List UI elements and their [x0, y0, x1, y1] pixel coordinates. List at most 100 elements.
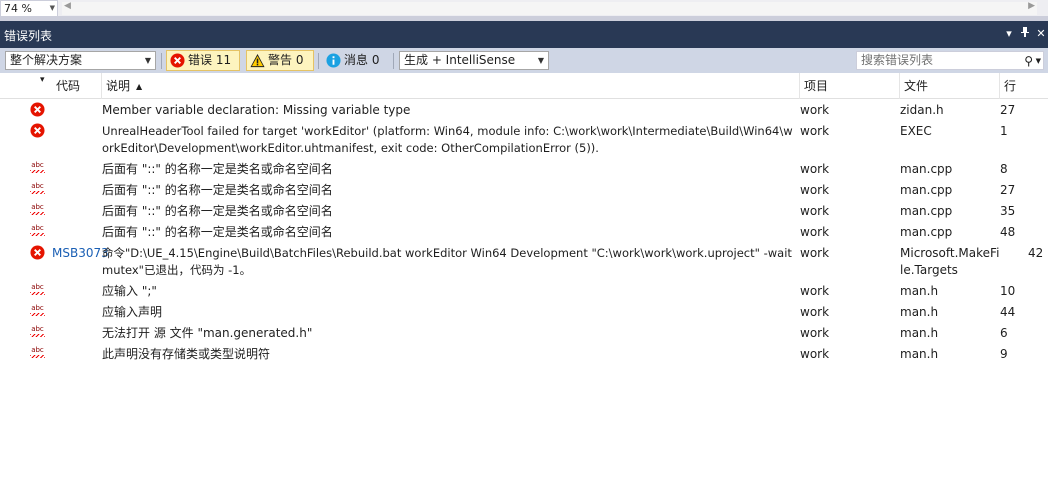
warnings-filter-button[interactable]: 警告 0 — [246, 50, 314, 71]
table-row[interactable]: Member variable declaration: Missing var… — [0, 100, 1048, 121]
row-file: EXEC — [900, 124, 932, 138]
column-header-description[interactable]: 说明 ▲ — [102, 73, 800, 99]
row-file: man.h — [900, 326, 939, 340]
table-row[interactable]: UnrealHeaderTool failed for target 'work… — [0, 121, 1048, 159]
row-description: 应输入 ";" — [102, 284, 157, 298]
scope-dropdown[interactable]: 整个解决方案 ▼ — [5, 51, 156, 70]
column-header-description-label: 说明 — [106, 79, 131, 93]
row-project: work — [800, 204, 830, 218]
error-icon — [30, 245, 45, 260]
column-header-file-label: 文件 — [904, 79, 929, 93]
column-header-project[interactable]: 项目 — [800, 73, 900, 99]
row-line: 10 — [1000, 284, 1016, 298]
row-line: 44 — [1000, 305, 1016, 319]
table-row[interactable]: abc 后面有 "::" 的名称一定是类名或命名空间名 work man.cpp… — [0, 201, 1048, 222]
row-description: 此声明没有存储类或类型说明符 — [102, 347, 271, 361]
chevron-down-icon: ▼ — [49, 4, 55, 12]
table-row[interactable]: abc 后面有 "::" 的名称一定是类名或命名空间名 work man.cpp… — [0, 159, 1048, 180]
errors-filter-button[interactable]: 错误 11 — [166, 50, 240, 71]
zoom-dropdown[interactable]: 74 % ▼ — [0, 0, 58, 17]
row-line: 1 — [1000, 124, 1008, 138]
intellisense-error-icon: abc — [30, 325, 45, 340]
intellisense-error-icon: abc — [30, 182, 45, 197]
row-line: 27 — [1000, 183, 1016, 197]
zoom-value: 74 % — [4, 2, 32, 15]
row-project: work — [800, 246, 830, 260]
table-row[interactable]: MSB3073 命令"D:\UE_4.15\Engine\Build\Batch… — [0, 243, 1048, 281]
errors-filter-label: 错误 11 — [188, 53, 232, 67]
row-line: 48 — [1000, 225, 1016, 239]
messages-filter-button[interactable]: 消息 0 — [322, 50, 384, 71]
row-file: man.h — [900, 347, 939, 361]
column-header-code-label: 代码 — [56, 79, 81, 93]
row-file: man.h — [900, 305, 939, 319]
row-project: work — [800, 103, 830, 117]
chevron-down-icon: ▼ — [537, 56, 544, 65]
scroll-left-icon[interactable]: ◀ — [64, 1, 71, 11]
row-description: 后面有 "::" 的名称一定是类名或命名空间名 — [102, 162, 333, 176]
table-row[interactable]: abc 无法打开 源 文件 "man.generated.h" work man… — [0, 323, 1048, 344]
row-description: 后面有 "::" 的名称一定是类名或命名空间名 — [102, 183, 333, 197]
close-icon[interactable]: ✕ — [1034, 26, 1048, 42]
row-description: 无法打开 源 文件 "man.generated.h" — [102, 326, 313, 340]
row-line: 9 — [1000, 347, 1008, 361]
error-icon — [30, 102, 45, 117]
row-description: 应输入声明 — [102, 305, 163, 319]
row-file: man.cpp — [900, 204, 953, 218]
column-header-project-label: 项目 — [804, 79, 829, 93]
table-row[interactable]: abc 此声明没有存储类或类型说明符 work man.h 9 — [0, 344, 1048, 365]
row-description: Member variable declaration: Missing var… — [102, 103, 411, 117]
column-header-type[interactable]: ▾ — [0, 73, 52, 99]
search-icon[interactable]: ⚲ — [1024, 53, 1033, 70]
search-placeholder: 搜索错误列表 — [861, 53, 934, 67]
intellisense-error-icon: abc — [30, 346, 45, 361]
row-description: 后面有 "::" 的名称一定是类名或命名空间名 — [102, 204, 333, 218]
row-file: Microsoft.MakeFile.Targets — [900, 246, 1000, 277]
intellisense-error-icon: abc — [30, 283, 45, 298]
row-file: man.cpp — [900, 183, 953, 197]
build-filter-value: 生成 + IntelliSense — [404, 53, 516, 67]
column-header-row: ▾ 代码 说明 ▲ 项目 文件 行 — [0, 73, 1048, 99]
row-project: work — [800, 347, 830, 361]
panel-title: 错误列表 — [4, 29, 53, 43]
horizontal-scrollbar[interactable]: ◀ ▶ — [62, 1, 1037, 15]
row-project: work — [800, 162, 830, 176]
editor-bottom-strip: 74 % ▼ ◀ ▶ — [0, 0, 1048, 17]
row-file: zidan.h — [900, 103, 944, 117]
row-project: work — [800, 225, 830, 239]
window-position-icon[interactable]: ▾ — [1002, 26, 1016, 42]
table-row[interactable]: abc 应输入 ";" work man.h 10 — [0, 281, 1048, 302]
warnings-filter-label: 警告 0 — [268, 53, 304, 67]
row-line: 35 — [1000, 204, 1016, 218]
row-project: work — [800, 326, 830, 340]
error-icon — [170, 53, 185, 68]
error-icon — [30, 123, 45, 138]
column-header-file[interactable]: 文件 — [900, 73, 1000, 99]
chevron-down-icon[interactable]: ▼ — [1036, 53, 1041, 70]
build-filter-dropdown[interactable]: 生成 + IntelliSense ▼ — [399, 51, 549, 70]
row-description: 命令"D:\UE_4.15\Engine\Build\BatchFiles\Re… — [102, 246, 792, 277]
scroll-right-icon[interactable]: ▶ — [1028, 1, 1035, 11]
column-header-line[interactable]: 行 — [1000, 73, 1048, 99]
toolbar-separator — [393, 53, 394, 69]
table-row[interactable]: abc 应输入声明 work man.h 44 — [0, 302, 1048, 323]
row-file: man.h — [900, 284, 939, 298]
error-code-link[interactable]: MSB3073 — [52, 245, 109, 262]
filter-icon[interactable]: ▾ — [40, 67, 45, 93]
row-file: man.cpp — [900, 162, 953, 176]
scope-value: 整个解决方案 — [10, 53, 83, 67]
table-row[interactable]: abc 后面有 "::" 的名称一定是类名或命名空间名 work man.cpp… — [0, 180, 1048, 201]
table-row[interactable]: abc 后面有 "::" 的名称一定是类名或命名空间名 work man.cpp… — [0, 222, 1048, 243]
column-header-code[interactable]: 代码 — [52, 73, 102, 99]
row-description: UnrealHeaderTool failed for target 'work… — [102, 124, 793, 155]
toolbar-separator — [161, 53, 162, 69]
row-project: work — [800, 183, 830, 197]
warning-icon — [250, 53, 265, 68]
sort-ascending-icon: ▲ — [136, 82, 143, 91]
row-line: 42 — [1028, 246, 1044, 260]
pin-icon[interactable] — [1018, 26, 1032, 42]
column-header-line-label: 行 — [1004, 79, 1017, 93]
chevron-down-icon: ▼ — [144, 56, 151, 65]
search-input[interactable]: 搜索错误列表 ⚲ ▼ — [856, 51, 1044, 70]
info-icon — [326, 53, 341, 68]
